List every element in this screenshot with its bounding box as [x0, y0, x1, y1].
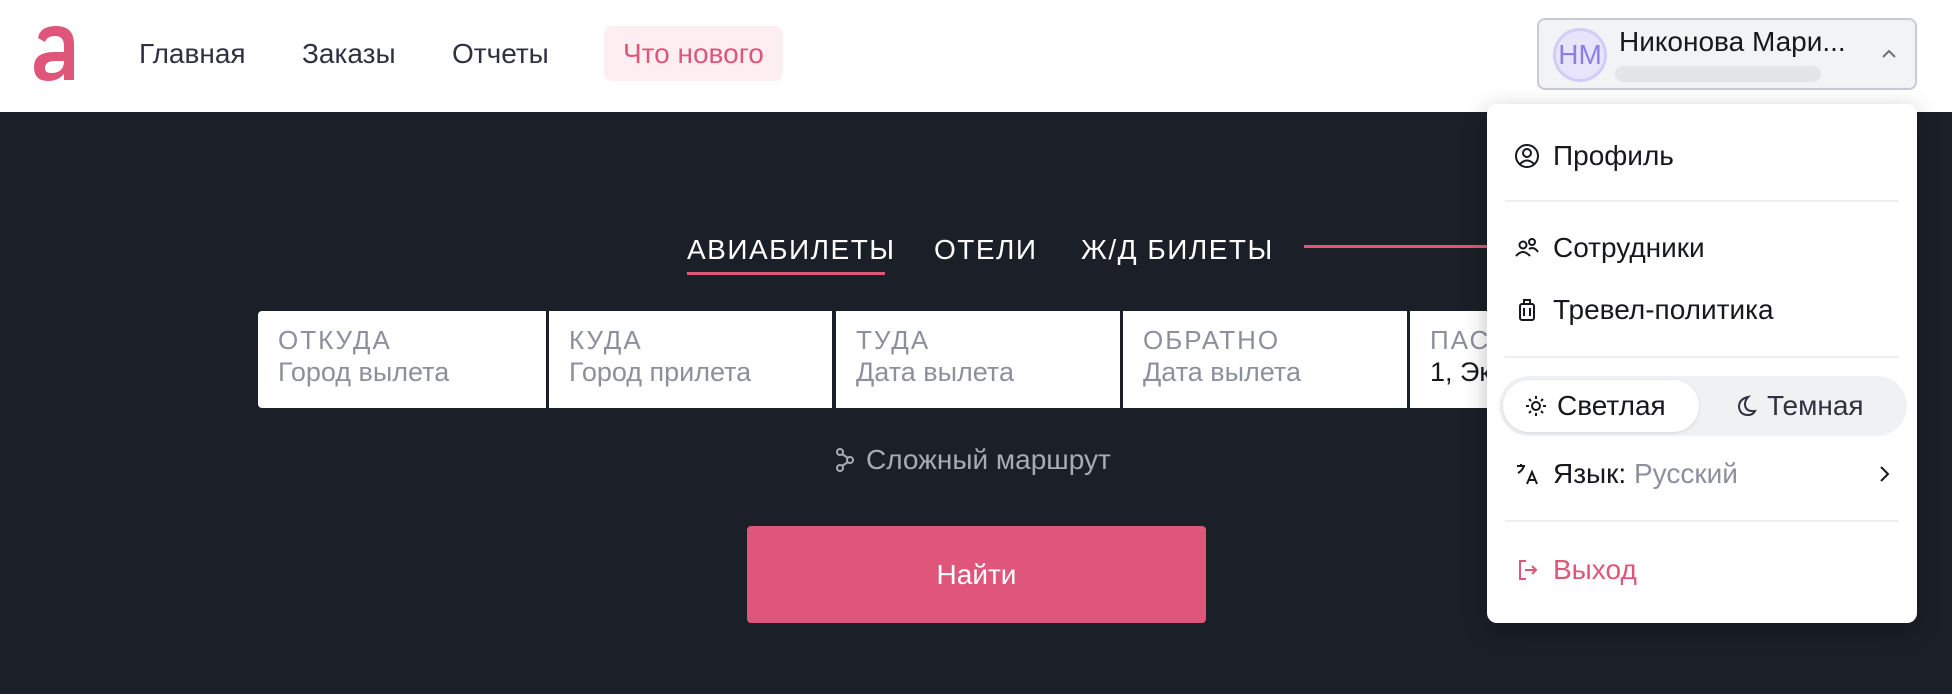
- departure-label: ТУДА: [856, 325, 931, 355]
- from-placeholder: Город вылета: [278, 357, 450, 387]
- nav-reports[interactable]: Отчеты: [452, 34, 549, 74]
- user-circle-icon: [1515, 144, 1539, 168]
- departure-placeholder: Дата вылета: [856, 357, 1014, 387]
- active-tab-underline: [687, 272, 885, 275]
- route-icon: [836, 448, 854, 472]
- to-field[interactable]: КУДА Город прилета: [549, 311, 832, 408]
- chevron-up-icon: [1882, 49, 1896, 58]
- divider: [1505, 520, 1899, 522]
- user-dropdown-menu: Профиль Сотрудники Тревел-политика Светл…: [1487, 104, 1917, 623]
- menu-item-profile[interactable]: Профиль: [1513, 136, 1674, 176]
- menu-item-staff[interactable]: Сотрудники: [1513, 228, 1705, 268]
- language-label: Язык:: [1553, 458, 1627, 489]
- return-placeholder: Дата вылета: [1143, 357, 1301, 387]
- tab-hotels[interactable]: ОТЕЛИ: [934, 234, 1038, 266]
- annotation-arrow-line: [1304, 245, 1500, 248]
- from-label: ОТКУДА: [278, 325, 392, 355]
- moon-icon: [1737, 395, 1757, 417]
- passengers-field[interactable]: ПАС 1, Эк: [1410, 311, 1490, 408]
- user-menu-button[interactable]: НМ Никонова Мари...: [1537, 18, 1917, 90]
- from-field[interactable]: ОТКУДА Город вылета: [258, 311, 546, 408]
- suitcase-icon: [1519, 299, 1535, 321]
- passengers-label: ПАС: [1430, 325, 1490, 355]
- theme-light-option[interactable]: Светлая: [1503, 380, 1699, 432]
- divider: [1505, 200, 1899, 202]
- theme-dark-label: Темная: [1767, 390, 1864, 421]
- departure-date-field[interactable]: ТУДА Дата вылета: [836, 311, 1120, 408]
- logout-icon: [1519, 560, 1538, 580]
- top-header: Главная Заказы Отчеты Что нового НМ Нико…: [0, 0, 1952, 112]
- chevron-right-icon: [1880, 466, 1890, 482]
- return-label: ОБРАТНО: [1143, 325, 1281, 355]
- complex-route-label: Сложный маршрут: [866, 444, 1111, 475]
- tab-avia[interactable]: АВИАБИЛЕТЫ: [687, 234, 896, 266]
- menu-item-travel-policy-label: Тревел-политика: [1553, 294, 1774, 325]
- whats-new-button[interactable]: Что нового: [604, 26, 783, 81]
- avatar: НМ: [1553, 28, 1607, 82]
- theme-light-label: Светлая: [1557, 390, 1666, 421]
- users-icon: [1515, 238, 1539, 257]
- complex-route-link[interactable]: Сложный маршрут: [832, 444, 1111, 476]
- menu-item-travel-policy[interactable]: Тревел-политика: [1513, 290, 1774, 330]
- user-name: Никонова Мари...: [1619, 26, 1846, 57]
- theme-switch: Светлая Темная: [1499, 376, 1907, 436]
- menu-item-language[interactable]: Язык: Русский: [1513, 454, 1893, 494]
- menu-item-profile-label: Профиль: [1553, 140, 1674, 171]
- to-label: КУДА: [569, 325, 643, 355]
- theme-dark-option[interactable]: Темная: [1713, 380, 1884, 432]
- brand-logo-icon[interactable]: [30, 24, 80, 82]
- menu-item-logout-label: Выход: [1553, 554, 1637, 585]
- menu-item-staff-label: Сотрудники: [1553, 232, 1705, 263]
- find-button[interactable]: Найти: [747, 526, 1206, 623]
- nav-home[interactable]: Главная: [139, 34, 246, 74]
- language-value: Русский: [1634, 458, 1738, 489]
- translate-icon: [1517, 464, 1538, 485]
- to-placeholder: Город прилета: [569, 357, 752, 387]
- divider: [1505, 356, 1899, 358]
- passengers-value: 1, Эк: [1430, 357, 1490, 387]
- menu-item-logout[interactable]: Выход: [1513, 550, 1637, 590]
- nav-orders[interactable]: Заказы: [302, 34, 396, 74]
- user-subtitle-placeholder: [1615, 66, 1821, 82]
- sun-icon: [1526, 396, 1546, 416]
- tab-rail[interactable]: Ж/Д БИЛЕТЫ: [1081, 234, 1274, 266]
- return-date-field[interactable]: ОБРАТНО Дата вылета: [1123, 311, 1407, 408]
